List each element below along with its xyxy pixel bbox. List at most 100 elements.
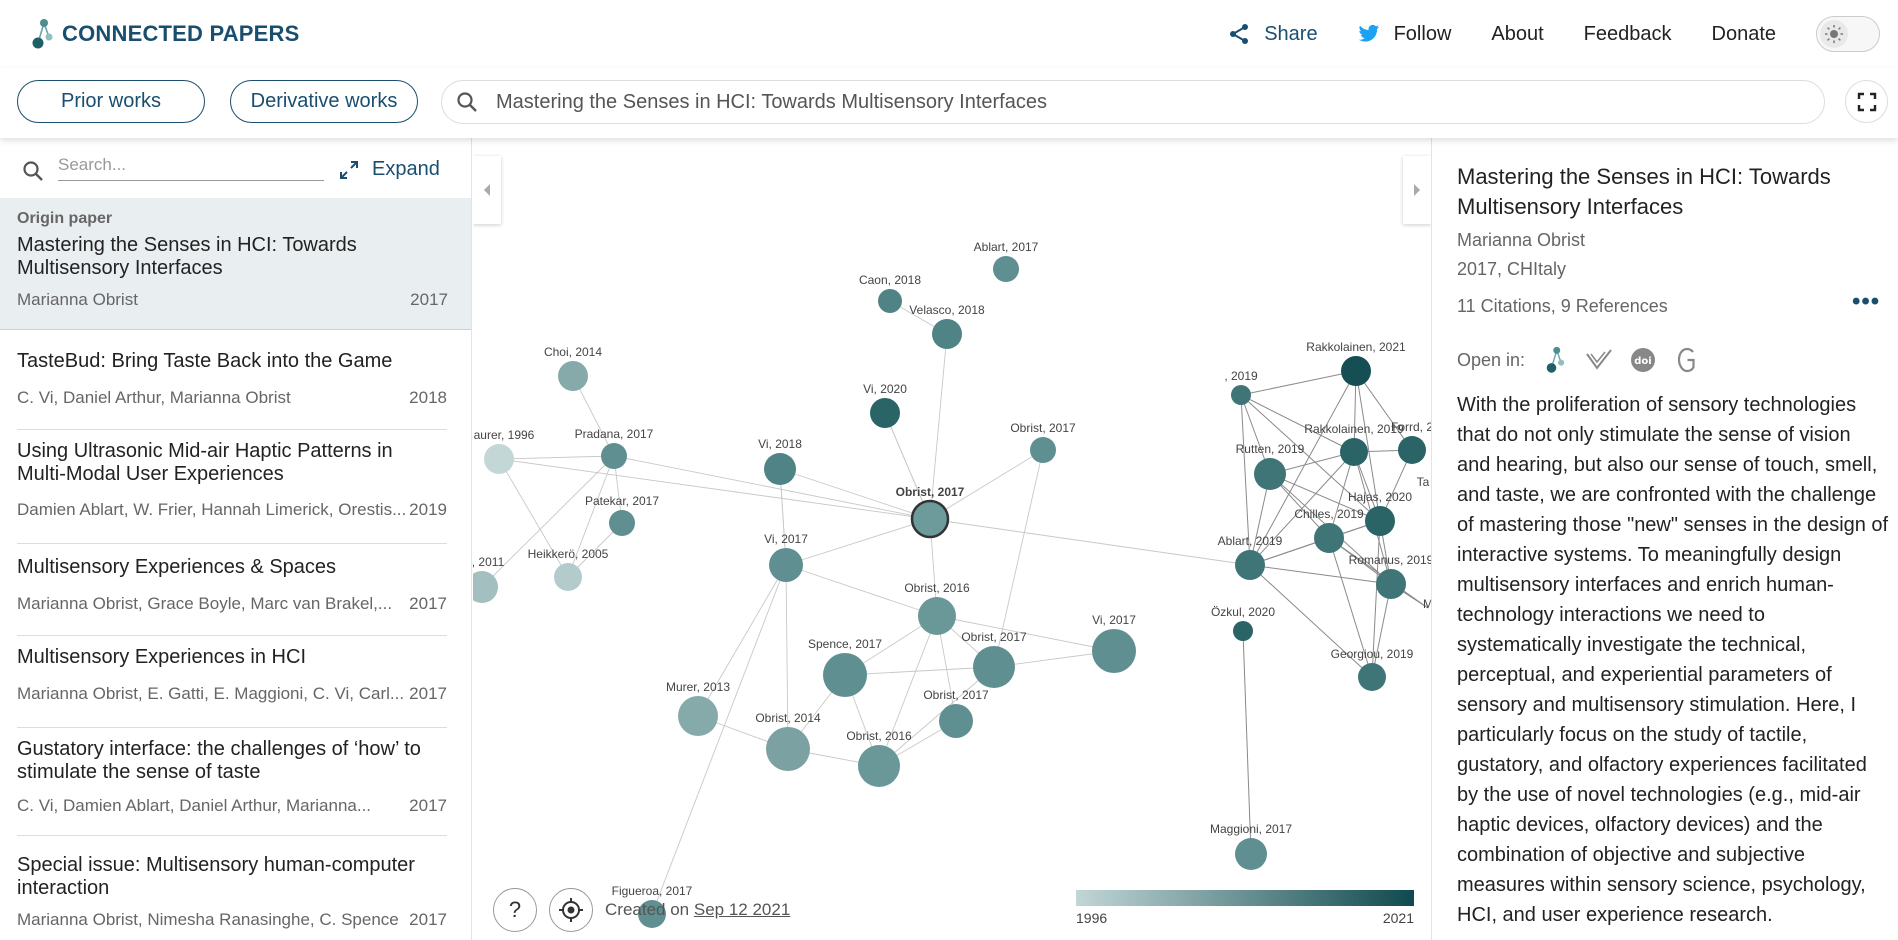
graph-node[interactable]: Spence, 2017	[808, 637, 882, 697]
graph-node-circle[interactable]	[769, 548, 803, 582]
about-link[interactable]: About	[1491, 23, 1543, 46]
collapse-left-button[interactable]	[473, 156, 501, 224]
graph-node-circle[interactable]	[973, 646, 1015, 688]
graph-node-circle[interactable]	[1398, 436, 1426, 464]
graph-node-circle[interactable]	[764, 453, 796, 485]
graph-node-circle[interactable]	[939, 704, 973, 738]
graph-node-circle[interactable]	[858, 745, 900, 787]
graph-node-circle[interactable]	[1341, 356, 1371, 386]
graph-node-circle[interactable]	[678, 696, 718, 736]
graph-node[interactable]: Vi, 2017	[1092, 613, 1136, 673]
graph-node[interactable]: Obrist, 2017	[1010, 421, 1076, 463]
graph-node[interactable]: Georgiou, 2019	[1331, 647, 1414, 691]
graph-node[interactable]: Maurer, 1996	[473, 428, 535, 474]
theme-knob	[1820, 20, 1848, 48]
list-item[interactable]: Special issue: Multisensory human-comput…	[17, 854, 447, 940]
chevron-right-icon	[1414, 184, 1420, 196]
citation-graph[interactable]: Ablart, 2017 Caon, 2018 Velasco, 2018 Vi, 2…	[473, 138, 1431, 940]
graph-node-label: Ablart, 2017	[974, 240, 1039, 254]
graph-node[interactable]: Ablart, 2017	[974, 240, 1039, 282]
more-options-button[interactable]: •••	[1852, 288, 1880, 316]
details-authors[interactable]: Marianna Obrist	[1457, 230, 1585, 251]
graph-node-circle[interactable]	[1358, 663, 1386, 691]
graph-node-circle[interactable]	[1365, 506, 1395, 536]
graph-node-circle[interactable]	[1235, 550, 1265, 580]
graph-node-circle[interactable]	[1376, 569, 1406, 599]
expand-button[interactable]: Expand	[340, 158, 440, 181]
list-item[interactable]: Multisensory Experiences & Spaces Marian…	[17, 556, 447, 636]
share-link[interactable]: Share	[1228, 23, 1318, 46]
graph-node-circle[interactable]	[1254, 458, 1286, 490]
theme-toggle[interactable]	[1816, 16, 1880, 52]
graph-node-circle[interactable]	[878, 289, 902, 313]
graph-node-circle[interactable]	[823, 653, 867, 697]
graph-node-circle[interactable]	[766, 727, 810, 771]
list-item[interactable]: Using Ultrasonic Mid-air Haptic Patterns…	[17, 440, 447, 544]
graph-node[interactable]: Özkul, 2020	[1211, 605, 1275, 641]
graph-node[interactable]: Romanus, 2019	[1349, 553, 1431, 599]
collapse-right-button[interactable]	[1403, 156, 1431, 224]
graph-node-circle[interactable]	[1231, 385, 1251, 405]
graph-node-circle[interactable]	[554, 563, 582, 591]
graph-node-label: , 2019	[1224, 369, 1258, 383]
list-item[interactable]: Multisensory Experiences in HCI Marianna…	[17, 646, 447, 728]
graph-node-circle[interactable]	[918, 597, 956, 635]
graph-node[interactable]: , 2019	[1224, 369, 1258, 405]
recenter-button[interactable]	[549, 888, 593, 932]
fullscreen-button[interactable]	[1845, 80, 1888, 123]
graph-node-circle[interactable]	[1092, 629, 1136, 673]
graph-node-circle[interactable]	[993, 256, 1019, 282]
graph-node-circle[interactable]	[1340, 438, 1368, 466]
derivative-works-button[interactable]: Derivative works	[230, 80, 418, 123]
graph-node-circle[interactable]	[910, 499, 950, 539]
connected-papers-link[interactable]	[1541, 346, 1569, 374]
google-scholar-link[interactable]	[1673, 346, 1701, 374]
graph-node-label: Obrist, 2017	[961, 630, 1027, 644]
graph-node[interactable]: Heikkerö, 2005	[528, 547, 609, 591]
paper-search-input[interactable]: Mastering the Senses in HCI: Towards Mul…	[441, 80, 1825, 124]
graph-node[interactable]: ss, 2011	[473, 555, 505, 603]
graph-node[interactable]: Obrist, 2017	[961, 630, 1027, 688]
graph-node-circle[interactable]	[932, 319, 962, 349]
graph-canvas[interactable]: Ablart, 2017 Caon, 2018 Velasco, 2018 Vi, 2…	[473, 138, 1431, 940]
graph-node[interactable]: Obrist, 2016	[846, 729, 912, 787]
follow-link[interactable]: Follow	[1358, 23, 1451, 46]
list-item[interactable]: TasteBud: Bring Taste Back into the Game…	[17, 350, 447, 430]
graph-node[interactable]: Rakkolainen, 2021	[1306, 340, 1406, 386]
graph-node[interactable]: Vi, 2020	[863, 382, 907, 428]
graph-node[interactable]: Vi, 2017	[764, 532, 808, 582]
created-date-link[interactable]: Sep 12 2021	[694, 900, 790, 919]
list-item[interactable]: Gustatory interface: the challenges of ‘…	[17, 738, 447, 836]
graph-node[interactable]: Rakkolainen, 2019	[1304, 422, 1404, 466]
graph-node-circle[interactable]	[870, 398, 900, 428]
help-button[interactable]: ?	[493, 888, 537, 932]
graph-node-circle[interactable]	[1314, 523, 1344, 553]
graph-node[interactable]: Vi, 2018	[758, 437, 802, 485]
graph-node[interactable]: Patekar, 2017	[585, 494, 659, 536]
graph-node-circle[interactable]	[473, 571, 498, 603]
graph-node[interactable]: Choi, 2014	[544, 345, 602, 391]
graph-node-circle[interactable]	[558, 361, 588, 391]
graph-node[interactable]: Obrist, 2017	[923, 688, 989, 738]
graph-node[interactable]: Ta	[1417, 475, 1430, 489]
semantic-scholar-link[interactable]	[1585, 346, 1613, 374]
origin-paper[interactable]: Origin paper Mastering the Senses in HCI…	[0, 198, 471, 330]
graph-node-circle[interactable]	[609, 510, 635, 536]
graph-node[interactable]: Pradana, 2017	[575, 427, 654, 469]
graph-node[interactable]: Maggioni, 2017	[1210, 822, 1292, 870]
graph-node[interactable]: M	[1423, 597, 1431, 611]
graph-node-circle[interactable]	[1233, 621, 1253, 641]
doi-link[interactable]: doi	[1629, 346, 1657, 374]
feedback-link[interactable]: Feedback	[1584, 23, 1672, 46]
graph-node[interactable]: Velasco, 2018	[909, 303, 985, 349]
graph-node-circle[interactable]	[484, 444, 514, 474]
graph-node-circle[interactable]	[601, 443, 627, 469]
donate-link[interactable]: Donate	[1712, 23, 1777, 46]
graph-node-circle[interactable]	[1030, 437, 1056, 463]
prior-works-button[interactable]: Prior works	[17, 80, 205, 123]
graph-node-circle[interactable]	[1235, 838, 1267, 870]
graph-node[interactable]: Murer, 2013	[666, 680, 730, 736]
logo[interactable]: CONNECTED PAPERS	[30, 18, 300, 50]
list-search-input[interactable]: Search...	[58, 155, 324, 181]
graph-node[interactable]: Forrd, 2	[1391, 420, 1431, 464]
